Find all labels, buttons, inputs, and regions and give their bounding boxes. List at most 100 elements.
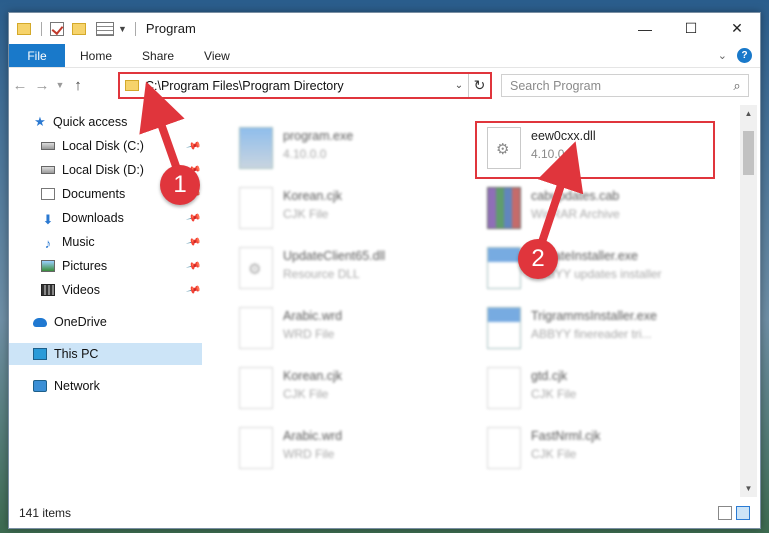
sidebar-item-label: Pictures [62, 259, 108, 273]
properties-check-icon[interactable] [50, 21, 64, 36]
blank-file-icon [239, 307, 273, 349]
tab-file[interactable]: File [9, 44, 65, 67]
sidebar-item-pictures[interactable]: Pictures 📌 [9, 255, 203, 277]
sidebar-item-quick-access[interactable]: ★ Quick access [33, 111, 203, 133]
file-detail: CJK File [531, 447, 577, 461]
sidebar-item-network[interactable]: Network [9, 375, 203, 397]
navigation-pane: ★ Quick access Local Disk (C:) 📌 Local D… [9, 105, 203, 497]
sidebar-item-label: This PC [54, 347, 99, 361]
music-icon: ♪ [44, 236, 52, 251]
rar-archive-icon [487, 187, 521, 229]
address-path[interactable]: C:\Program Files\Program Directory [145, 79, 450, 93]
pin-icon[interactable]: 📌 [185, 138, 201, 154]
title-bar: ▼ Program — ☐ ✕ [9, 13, 760, 44]
search-icon[interactable]: ⌕ [726, 78, 748, 94]
help-icon[interactable]: ? [737, 48, 752, 63]
program-icon [239, 127, 273, 169]
file-item[interactable]: Korean.cjk CJK File [205, 181, 445, 237]
file-item[interactable]: Arabic.wrd WRD File [205, 421, 445, 477]
tab-home[interactable]: Home [65, 44, 127, 67]
sidebar-item-local-disk-c[interactable]: Local Disk (C:) 📌 [9, 135, 203, 157]
file-detail: CJK File [283, 207, 329, 221]
new-folder-icon[interactable] [72, 22, 86, 35]
address-dropdown-chevron-icon[interactable]: ⌄ [450, 80, 468, 91]
sidebar-item-music[interactable]: ♪ Music 📌 [9, 231, 203, 253]
file-name: cabupdates.cab [531, 189, 620, 203]
folder-icon[interactable] [17, 22, 31, 35]
minimize-button[interactable]: — [622, 13, 668, 44]
search-box[interactable]: ⌕ [501, 74, 749, 97]
refresh-icon[interactable]: ↻ [468, 74, 490, 97]
sidebar-item-downloads[interactable]: ⬇ Downloads 📌 [9, 207, 203, 229]
scrollbar-thumb[interactable] [743, 131, 754, 175]
pin-icon[interactable]: 📌 [185, 258, 201, 274]
tiles-view-icon[interactable] [736, 506, 750, 520]
pin-icon[interactable]: 📌 [185, 234, 201, 250]
sidebar-item-videos[interactable]: Videos 📌 [9, 279, 203, 301]
item-count: 141 items [19, 506, 72, 520]
toolbar-separator [134, 21, 136, 36]
file-item[interactable]: UpdateInstaller.exe ABBYY updates instal… [453, 241, 693, 297]
file-item[interactable]: UpdateClient65.dll Resource DLL [205, 241, 445, 297]
documents-icon [41, 188, 55, 200]
downloads-icon: ⬇ [42, 212, 54, 227]
blank-file-icon [239, 367, 273, 409]
file-name: gtd.cjk [531, 369, 568, 383]
details-view-icon[interactable] [718, 506, 732, 520]
maximize-button[interactable]: ☐ [668, 13, 714, 44]
up-arrow-icon[interactable]: ↑ [67, 77, 89, 94]
file-item[interactable]: gtd.cjk CJK File [453, 361, 693, 417]
search-input[interactable] [510, 78, 726, 93]
disk-icon [41, 166, 55, 174]
file-item[interactable]: program.exe 4.10.0.0 [205, 121, 445, 177]
exe-window-icon [487, 307, 521, 349]
file-detail: WRD File [283, 327, 335, 341]
customize-toolbar-chevron-icon[interactable]: ▼ [118, 24, 127, 34]
address-bar[interactable]: C:\Program Files\Program Directory ⌄ ↻ [118, 72, 492, 99]
vertical-scrollbar[interactable]: ▲ ▼ [740, 105, 757, 497]
window-title: Program [145, 21, 196, 36]
window-controls: — ☐ ✕ [622, 13, 760, 44]
file-item[interactable]: FastNrml.cjk CJK File [453, 421, 693, 477]
onedrive-icon [33, 317, 47, 327]
scroll-up-arrow-icon[interactable]: ▲ [740, 105, 757, 122]
tab-view[interactable]: View [189, 44, 245, 67]
highlight-box [475, 121, 715, 179]
sidebar-item-label: Downloads [62, 211, 124, 225]
star-icon: ★ [34, 114, 46, 129]
file-name: program.exe [283, 129, 354, 143]
folder-icon [125, 80, 139, 91]
close-button[interactable]: ✕ [714, 13, 760, 44]
recent-locations-chevron-icon[interactable]: ▼ [53, 80, 67, 90]
exe-window-icon [487, 247, 521, 289]
sidebar-item-label: Music [62, 235, 95, 249]
sidebar-item-this-pc[interactable]: This PC [9, 343, 202, 365]
disk-icon [41, 142, 55, 150]
file-name: Arabic.wrd [283, 309, 343, 323]
properties-icon[interactable] [96, 21, 114, 36]
tab-share[interactable]: Share [127, 44, 189, 67]
callout-badge-1: 1 [160, 165, 200, 205]
blank-file-icon [239, 427, 273, 469]
forward-arrow-icon[interactable]: → [31, 77, 53, 94]
ribbon-tabs: File Home Share View ⌄ ? [9, 44, 760, 68]
explorer-window: ▼ Program — ☐ ✕ File Home Share View ⌄ ?… [8, 12, 761, 529]
this-pc-icon [33, 348, 47, 360]
pin-icon[interactable]: 📌 [185, 282, 201, 298]
scroll-down-arrow-icon[interactable]: ▼ [740, 480, 757, 497]
pictures-icon [41, 260, 55, 272]
file-item[interactable]: Korean.cjk CJK File [205, 361, 445, 417]
pin-icon[interactable]: 📌 [185, 210, 201, 226]
sidebar-item-label: OneDrive [54, 315, 107, 329]
back-arrow-icon[interactable]: ← [9, 77, 31, 94]
expand-ribbon-chevron-icon[interactable]: ⌄ [718, 49, 727, 62]
quick-access-toolbar: ▼ [17, 21, 144, 36]
file-item[interactable]: TrigrammsInstaller.exe ABBYY finereader … [453, 301, 693, 357]
toolbar-separator [41, 21, 42, 36]
file-item[interactable]: cabupdates.cab WinRAR Archive [453, 181, 693, 237]
file-item[interactable]: Arabic.wrd WRD File [205, 301, 445, 357]
sidebar-item-label: Quick access [53, 115, 128, 129]
sidebar-item-label: Documents [62, 187, 126, 201]
sidebar-item-onedrive[interactable]: OneDrive [9, 311, 203, 333]
file-detail: CJK File [283, 387, 329, 401]
